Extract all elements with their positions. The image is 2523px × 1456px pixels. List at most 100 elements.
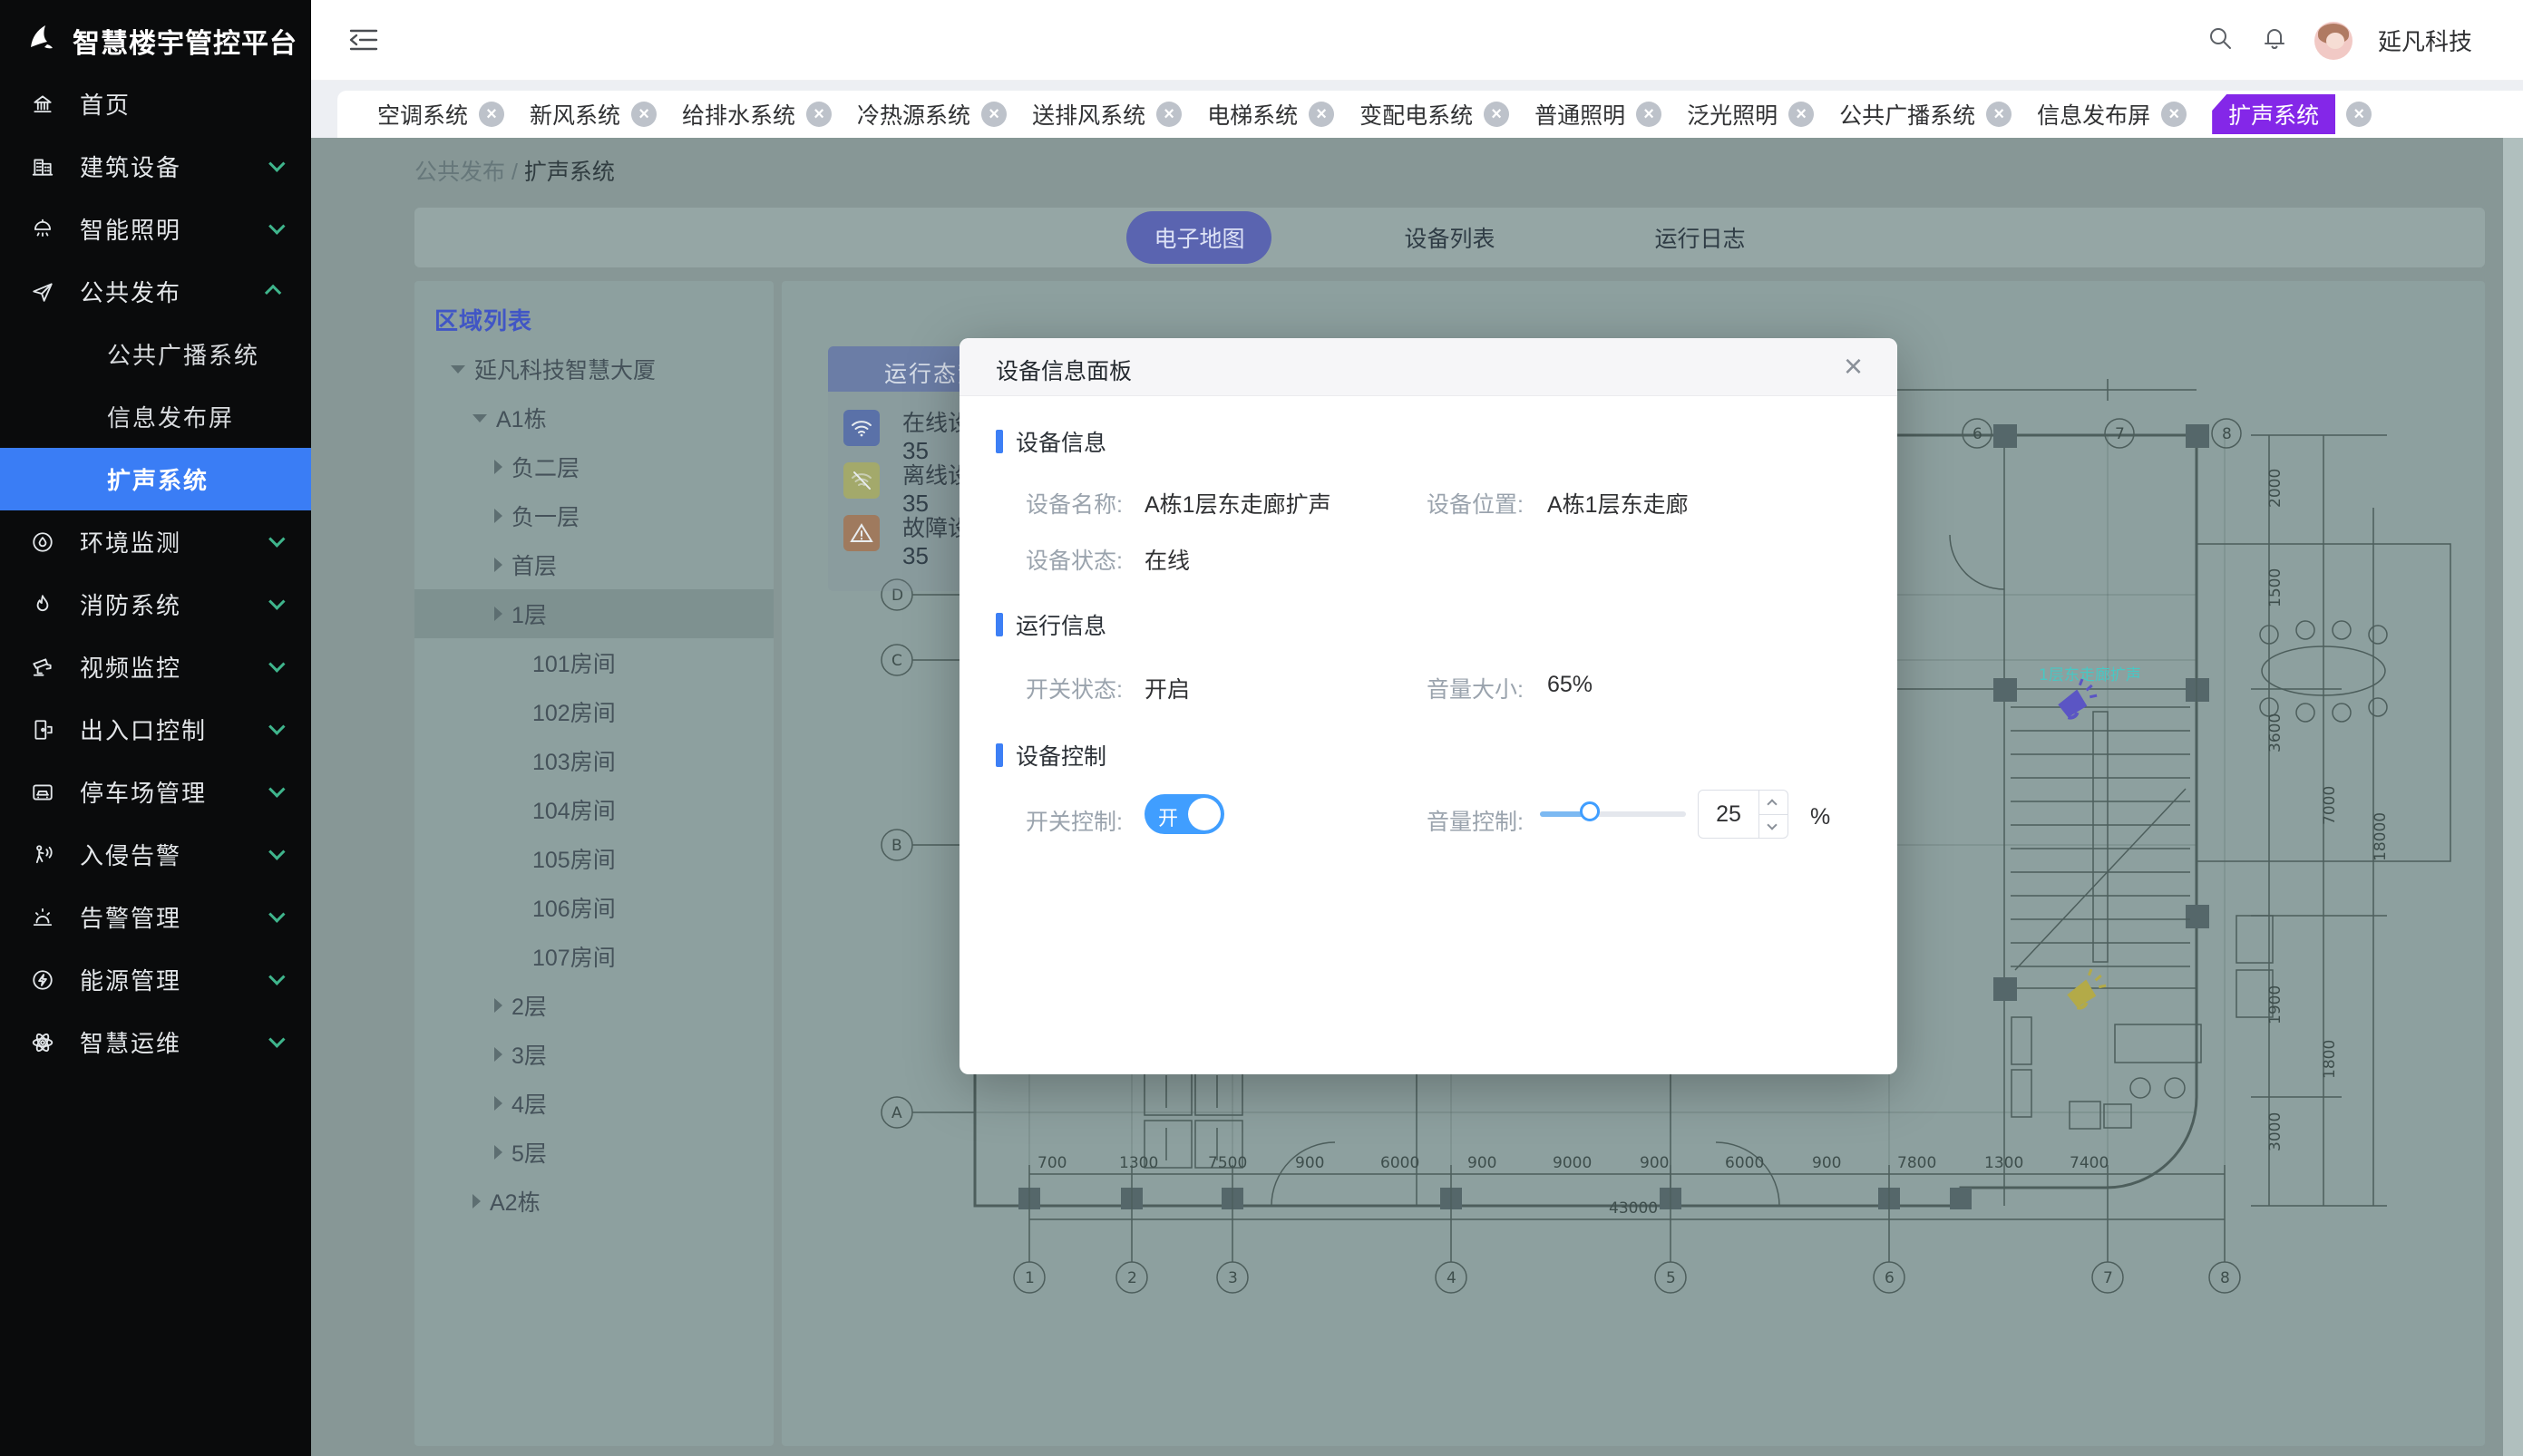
percent-unit: % [1810,804,1830,830]
sidebar-item-public-broadcast[interactable]: 公共广播系统 [0,323,311,385]
volume-label: 音量大小: [1378,672,1524,704]
top-header: 延凡科技 [311,0,2523,81]
tree-node-b2[interactable]: 负二层 [414,442,774,491]
sidebar-item-pa-system-active[interactable]: 扩声系统 [0,448,311,510]
sidebar-item-intrusion-alarm[interactable]: 入侵告警 [0,823,311,886]
tab-heat-source[interactable]: 冷热源系统× [857,98,1007,131]
area-list-panel: 区域列表 延凡科技智慧大厦 A1栋 负二层 负一层 首层 1层 101房间 10… [414,281,774,1446]
close-icon[interactable]: × [1788,102,1814,127]
tree-node-a1[interactable]: A1栋 [414,393,774,442]
caret-down-icon [472,414,487,422]
user-avatar[interactable] [2314,22,2353,60]
sidebar-item-building-devices[interactable]: 建筑设备 [0,135,311,198]
caret-right-icon [472,1194,481,1208]
close-icon[interactable]: × [2161,102,2187,127]
sidebar-item-home[interactable]: 首页 [0,73,311,135]
close-icon[interactable]: × [1309,102,1334,127]
slider-thumb[interactable] [1580,801,1600,821]
power-toggle-on[interactable]: 开 [1145,794,1224,834]
svg-text:1900: 1900 [2266,985,2284,1024]
close-icon[interactable]: × [981,102,1007,127]
tree-node-floor4[interactable]: 4层 [414,1079,774,1128]
speaker-marker-purple[interactable]: 1层东走廊扩声 [2039,666,2141,720]
tab-hvac[interactable]: 空调系统× [377,98,504,131]
chevron-down-icon [268,155,285,171]
section-device-info: 设备信息 [996,425,1106,458]
atom-icon [31,1031,54,1054]
search-icon[interactable] [2206,24,2235,57]
caret-right-icon [494,607,502,621]
close-icon[interactable]: × [806,102,832,127]
tree-node-a2[interactable]: A2栋 [414,1177,774,1226]
breadcrumb-parent[interactable]: 公共发布 [414,160,505,185]
close-icon[interactable]: × [1836,344,1870,389]
bell-icon[interactable] [2260,24,2289,57]
sidebar-item-info-screen[interactable]: 信息发布屏 [0,385,311,448]
sidebar-item-env-monitor[interactable]: 环境监测 [0,510,311,573]
tab-elevator[interactable]: 电梯系统× [1207,98,1334,131]
user-name: 延凡科技 [2378,24,2472,57]
tab-water-supply[interactable]: 给排水系统× [682,98,832,131]
device-info-modal: 设备信息面板 × 设备信息 设备名称: A栋1层东走廊扩声 设备位置: A栋1层… [960,338,1897,1074]
tree-node-floor5[interactable]: 5层 [414,1128,774,1177]
stat-value: 35 [902,542,929,569]
tree-node-room104[interactable]: 104房间 [414,785,774,834]
tree-node-room102[interactable]: 102房间 [414,687,774,736]
volume-number-input[interactable]: 25 [1698,790,1788,839]
tree-node-room106[interactable]: 106房间 [414,883,774,932]
close-icon[interactable]: × [1986,102,2012,127]
system-tab-bar: 空调系统× 新风系统× 给排水系统× 冷热源系统× 送排风系统× 电梯系统× 变… [337,91,2523,138]
sidebar-item-public-publish[interactable]: 公共发布 [0,260,311,323]
chevron-down-icon [268,843,285,859]
svg-text:5: 5 [1666,1269,1676,1287]
modal-title: 设备信息面板 [996,354,1132,386]
tab-power-distribution[interactable]: 变配电系统× [1359,98,1509,131]
tab-flood-lighting[interactable]: 泛光照明× [1687,98,1814,131]
tab-normal-lighting[interactable]: 普通照明× [1534,98,1661,131]
sidebar-item-fire-system[interactable]: 消防系统 [0,573,311,636]
close-icon[interactable]: × [479,102,504,127]
sidebar-item-smart-lighting[interactable]: 智能照明 [0,198,311,260]
close-icon[interactable]: × [1156,102,1182,127]
tree-node-room101[interactable]: 101房间 [414,638,774,687]
tab-pa-system-active[interactable]: 扩声系统× [2212,94,2372,134]
tree-node-room105[interactable]: 105房间 [414,834,774,883]
parking-icon [31,781,54,804]
sidebar-item-energy-mgmt[interactable]: 能源管理 [0,948,311,1011]
device-status-label: 设备状态: [978,543,1123,576]
tree-node-floor3[interactable]: 3层 [414,1030,774,1079]
tab-exhaust[interactable]: 送排风系统× [1032,98,1182,131]
tab-info-screen[interactable]: 信息发布屏× [2037,98,2187,131]
tree-node-floor2[interactable]: 2层 [414,981,774,1030]
caret-right-icon [494,509,502,523]
svg-text:1层东走廊扩声: 1层东走廊扩声 [2039,666,2141,684]
logo: 智慧楼宇管控平台 [0,0,311,61]
tree-node-b1[interactable]: 负一层 [414,491,774,540]
sidebar-item-smart-ops[interactable]: 智慧运维 [0,1011,311,1073]
spinner-down-icon[interactable] [1759,814,1788,838]
tree-node-ground[interactable]: 首层 [414,540,774,589]
view-tab-run-log[interactable]: 运行日志 [1628,211,1773,264]
sidebar-item-alarm-mgmt[interactable]: 告警管理 [0,886,311,948]
tree-node-floor1-selected[interactable]: 1层 [414,589,774,638]
view-tab-device-list[interactable]: 设备列表 [1377,211,1522,264]
collapse-sidebar-icon[interactable] [347,24,380,61]
svg-text:3: 3 [1228,1269,1238,1287]
tree-node-room103[interactable]: 103房间 [414,736,774,785]
volume-slider[interactable] [1540,811,1686,817]
close-icon[interactable]: × [1484,102,1509,127]
close-icon[interactable]: × [631,102,657,127]
tree-node-room107[interactable]: 107房间 [414,932,774,981]
view-tab-map[interactable]: 电子地图 [1126,211,1271,264]
sidebar-item-parking[interactable]: 停车场管理 [0,761,311,823]
close-icon[interactable]: × [1636,102,1661,127]
close-icon[interactable]: × [2346,102,2372,127]
sidebar-item-access-control[interactable]: 出入口控制 [0,698,311,761]
tab-fresh-air[interactable]: 新风系统× [530,98,657,131]
spinner-up-icon[interactable] [1759,791,1788,814]
scrollbar-track[interactable] [2503,138,2523,1456]
sidebar-item-video-monitor[interactable]: 视频监控 [0,636,311,698]
tab-public-broadcast[interactable]: 公共广播系统× [1839,98,2012,131]
device-status-value: 在线 [1145,543,1190,576]
tree-node-building-root[interactable]: 延凡科技智慧大厦 [414,345,774,393]
